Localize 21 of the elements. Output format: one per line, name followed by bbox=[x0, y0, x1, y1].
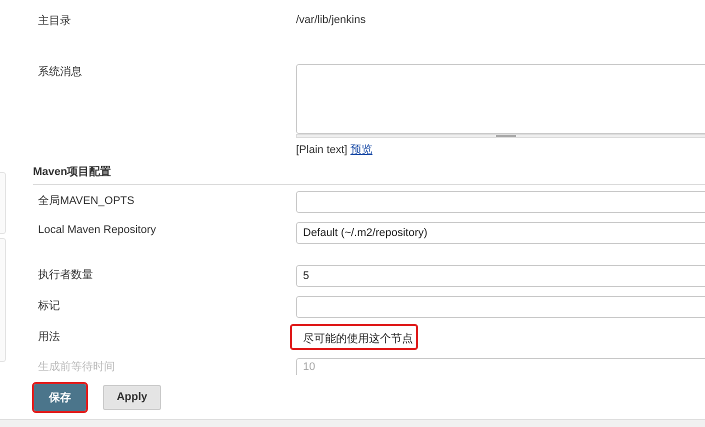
input-field[interactable] bbox=[296, 296, 705, 318]
field-label: Local Maven Repository bbox=[38, 223, 158, 236]
field-label: 全局MAVEN_OPTS bbox=[38, 194, 136, 208]
field-label: 用法 bbox=[38, 330, 61, 344]
preview-link[interactable]: 预览 bbox=[350, 144, 372, 156]
save-button[interactable]: 保存 bbox=[34, 384, 86, 410]
field-label: 执行者数量 bbox=[38, 268, 94, 282]
field-label: 生成前等待时间 bbox=[38, 360, 116, 374]
select-field[interactable]: Default (~/.m2/repository) bbox=[296, 222, 705, 244]
input-field[interactable] bbox=[296, 191, 705, 213]
field-label: 标记 bbox=[38, 299, 61, 313]
section-title: Maven项目配置 bbox=[33, 164, 705, 185]
markup-note: [Plain text] bbox=[296, 144, 348, 156]
field-label: 系统消息 bbox=[38, 64, 83, 80]
resize-handle[interactable] bbox=[296, 134, 705, 138]
apply-button[interactable]: Apply bbox=[103, 384, 161, 410]
field-value: /var/lib/jenkins bbox=[296, 14, 366, 26]
message-textarea[interactable] bbox=[296, 64, 705, 134]
field-label: 主目录 bbox=[38, 14, 72, 28]
select-field[interactable]: 尽可能的使用这个节点 bbox=[290, 324, 418, 350]
input-field[interactable]: 5 bbox=[296, 265, 705, 287]
